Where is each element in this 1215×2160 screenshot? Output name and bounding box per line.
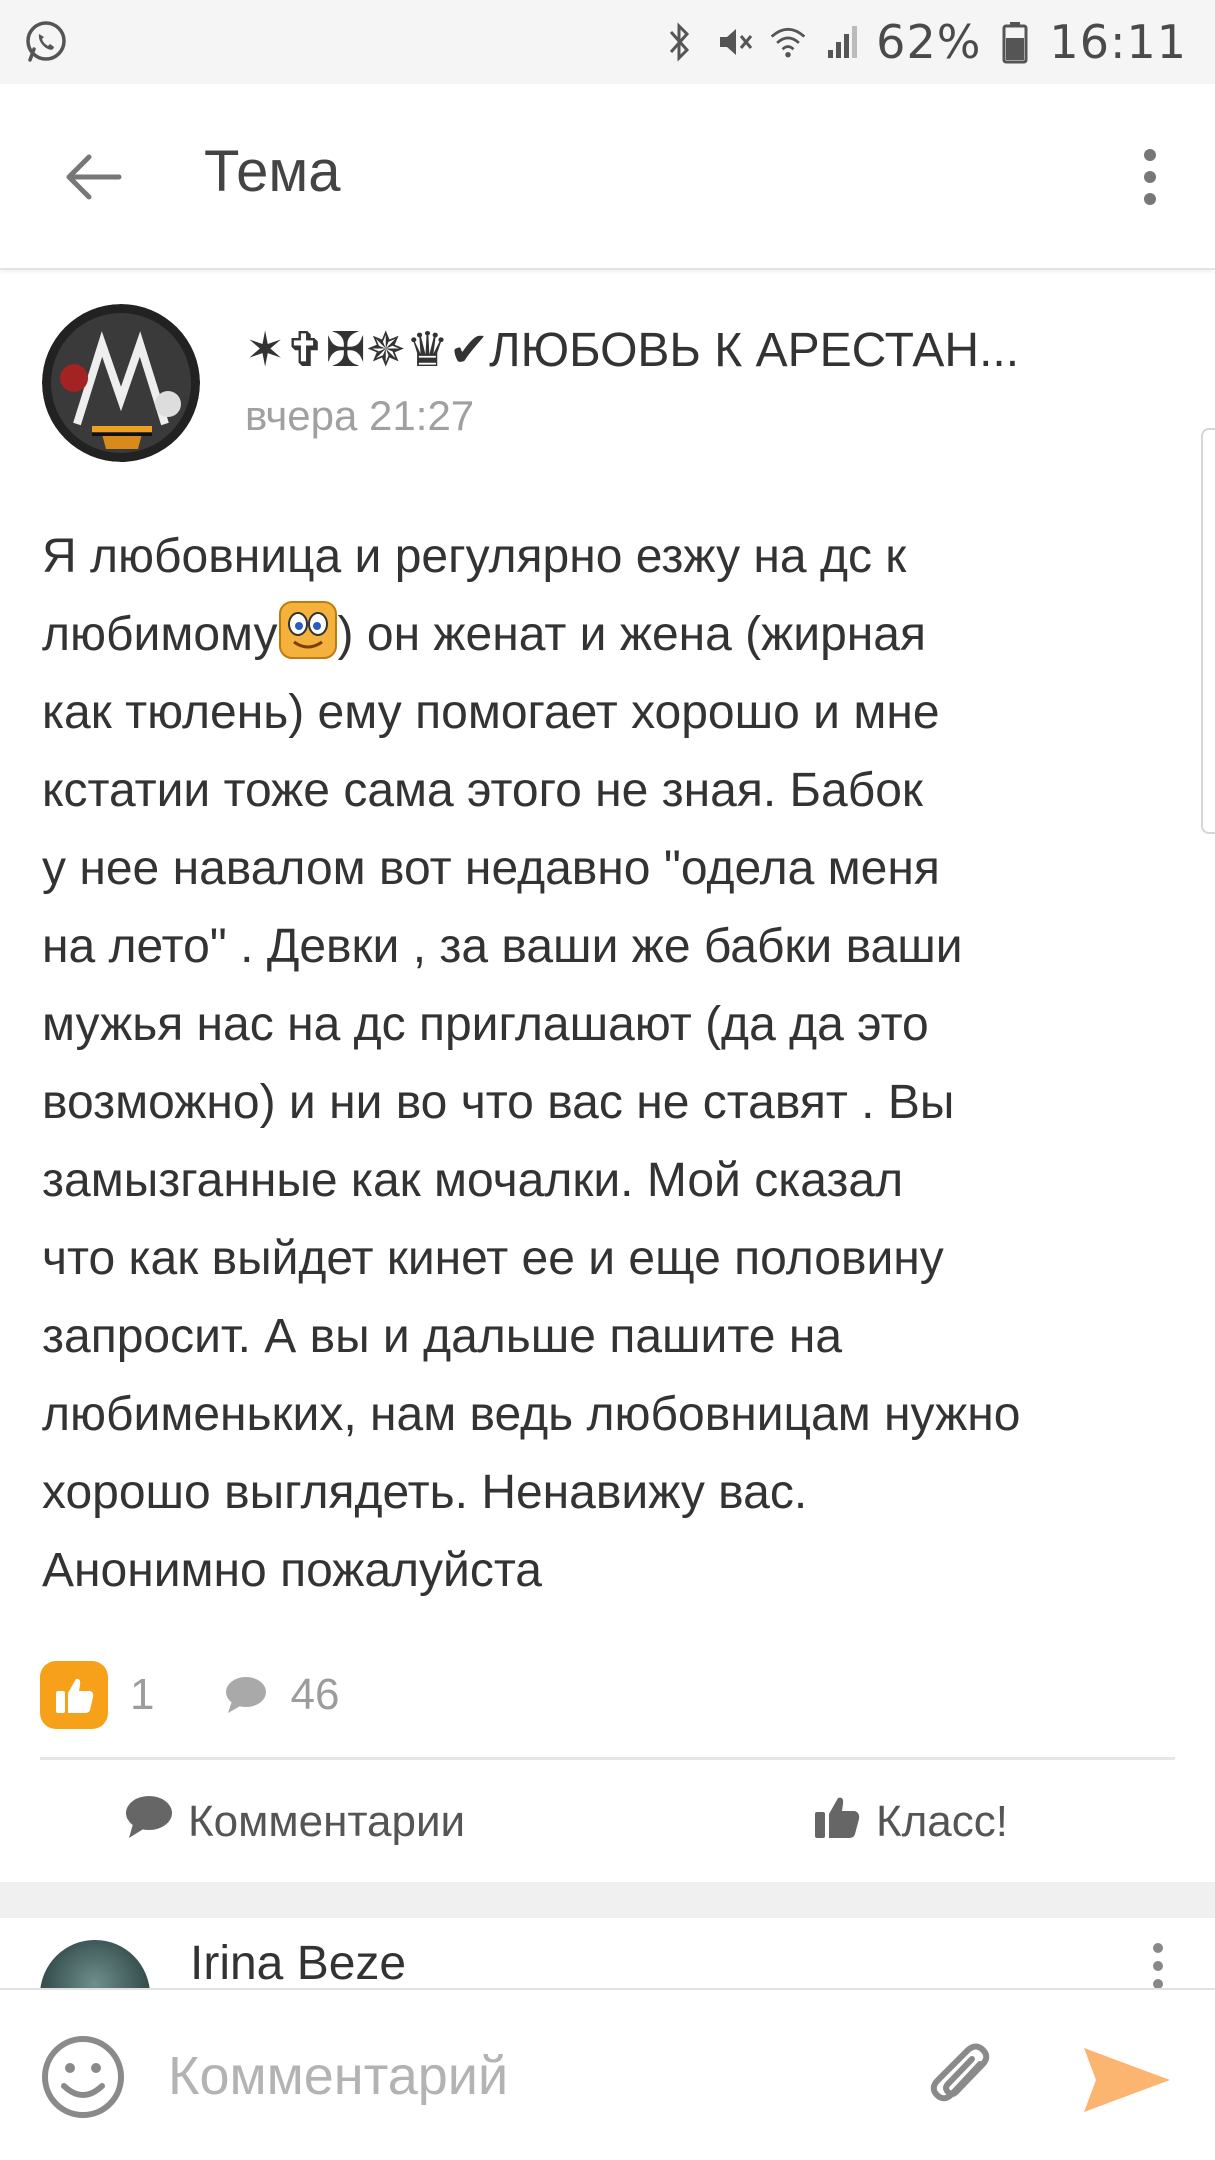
group-name[interactable]: ✶✞✠✵♛✔ЛЮБОВЬ К АРЕСТАН...	[245, 322, 1200, 378]
comment-bubble-icon	[224, 1675, 268, 1715]
arrow-left-icon[interactable]	[58, 142, 128, 212]
wifi-icon	[768, 22, 808, 62]
comments-label: Комментарии	[188, 1797, 466, 1846]
mute-icon	[714, 22, 754, 62]
comment-author[interactable]: Irina Beze	[190, 1936, 406, 1988]
paperclip-icon[interactable]	[924, 2038, 1000, 2118]
smile-icon[interactable]	[40, 2034, 126, 2120]
post-line: хорошо выглядеть. Ненавижу вас.	[42, 1466, 808, 1519]
post-line: кстатии тоже сама этого не зная. Бабок	[42, 764, 923, 817]
comment-composer	[0, 1988, 1215, 2160]
more-vertical-icon[interactable]	[1125, 142, 1175, 212]
avatar[interactable]	[40, 1940, 150, 1988]
bluetooth-icon	[660, 22, 700, 62]
comments-count: 46	[290, 1670, 340, 1719]
comment-bubble-icon	[124, 1794, 174, 1851]
comment-item: Irina Beze	[0, 1918, 1215, 1988]
status-time: 16:11	[1049, 15, 1187, 69]
battery-percent: 62%	[876, 15, 982, 69]
battery-icon	[995, 22, 1035, 64]
comment-input[interactable]	[168, 2026, 888, 2126]
post-line: как тюлень) ему помогает хорошо и мне	[42, 686, 940, 739]
page-title: Тема	[204, 139, 341, 204]
send-icon[interactable]	[1080, 2040, 1174, 2120]
divider	[40, 1757, 1175, 1760]
section-separator	[0, 1882, 1215, 1918]
thumbs-up-icon	[812, 1792, 862, 1853]
post-actions: Комментарии Класс!	[0, 1762, 1215, 1880]
status-bar: 62% 16:11	[0, 0, 1215, 84]
post-line: на лето" . Девки , за ваши же бабки ваши	[42, 920, 963, 973]
post-line: Анонимно пожалуйста	[42, 1544, 542, 1597]
smiling-face-emoji-icon	[278, 600, 338, 660]
post-line-part: любимому	[42, 608, 278, 661]
thumbs-up-icon[interactable]	[40, 1661, 108, 1729]
post-header: ✶✞✠✵♛✔ЛЮБОВЬ К АРЕСТАН... вчера 21:27	[40, 300, 1180, 470]
post-line: запросит. А вы и дальше пашите на	[42, 1310, 843, 1363]
post-line: Я любовница и регулярно езжу на дс к	[42, 530, 907, 583]
likes-count: 1	[130, 1670, 155, 1719]
more-vertical-icon[interactable]	[1143, 1938, 1173, 1988]
post-line: мужья нас на дс приглашают (да да это	[42, 998, 929, 1051]
signal-icon	[822, 22, 862, 62]
post-text: Я любовница и регулярно езжу на дс к люб…	[42, 518, 1182, 1610]
scrollbar-handle[interactable]	[1201, 428, 1215, 834]
class-button[interactable]: Класс!	[812, 1790, 1008, 1854]
post-line-part: ) он женат и жена (жирная	[337, 608, 926, 661]
post-stats: 1 46	[40, 1660, 339, 1730]
post-line: возможно) и ни во что вас не ставят . Вы	[42, 1076, 955, 1129]
post-time: вчера 21:27	[245, 392, 475, 439]
post-line: любименьких, нам ведь любовницам нужно	[42, 1388, 1021, 1441]
comments-button[interactable]: Комментарии	[124, 1790, 465, 1854]
group-avatar[interactable]	[42, 304, 200, 462]
post-line: замызганные как мочалки. Мой сказал	[42, 1154, 904, 1207]
post-line: любимому ) он женат и жена (жирная	[42, 596, 1182, 674]
whatsapp-icon	[22, 18, 70, 66]
post-line: у нее навалом вот недавно "одела меня	[42, 842, 940, 895]
class-label: Класс!	[876, 1797, 1008, 1846]
top-toolbar: Тема	[0, 84, 1215, 270]
post-line: что как выйдет кинет ее и еще половину	[42, 1232, 944, 1285]
